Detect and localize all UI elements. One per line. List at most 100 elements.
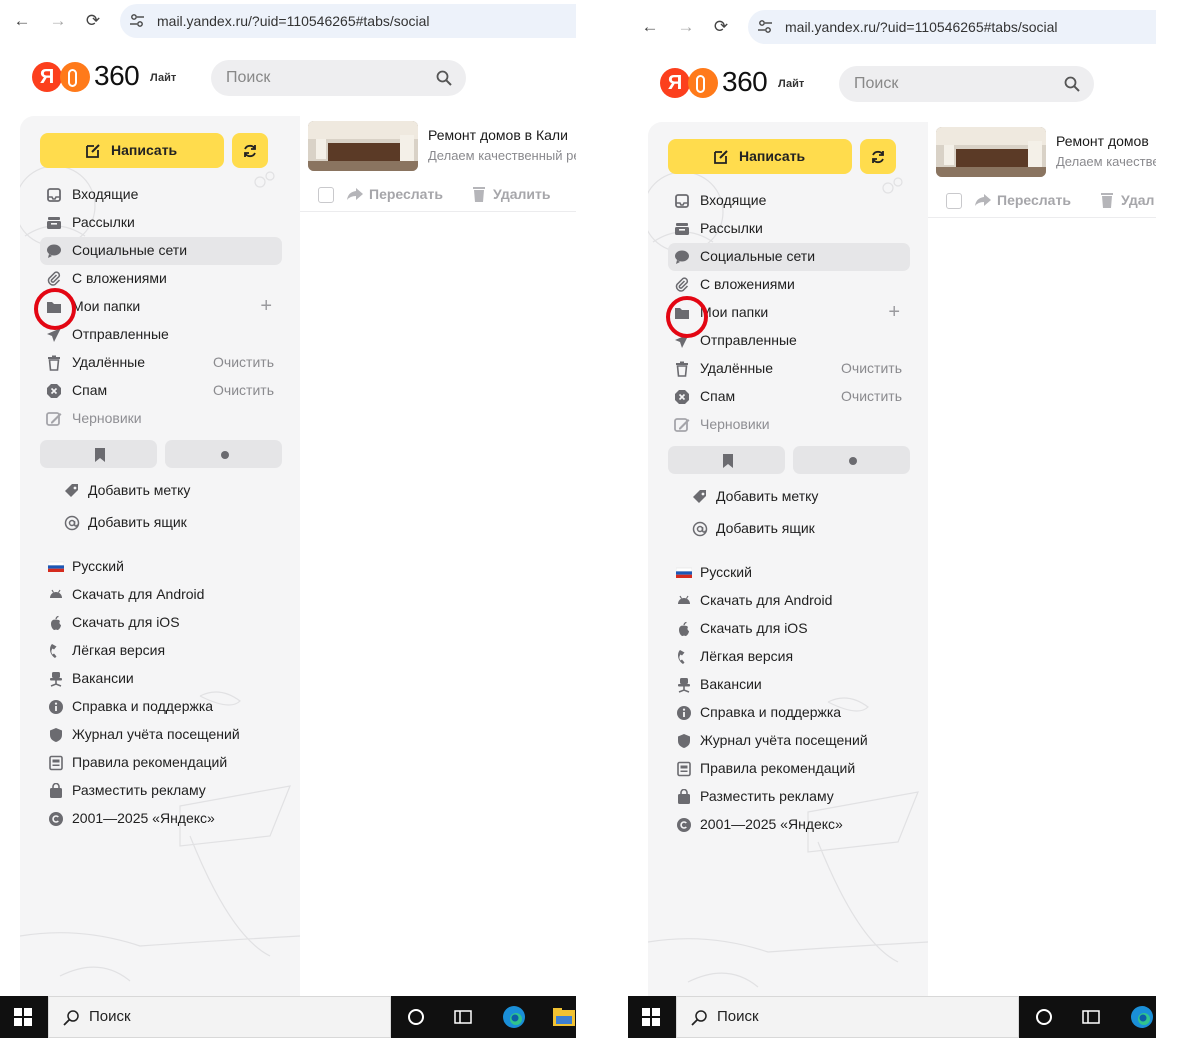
folder-label: Черновики xyxy=(700,416,770,432)
bookmark-icon xyxy=(723,454,733,468)
extra-label: Добавить метку xyxy=(88,482,191,498)
forward-button[interactable]: → xyxy=(673,14,699,40)
select-all-checkbox[interactable] xyxy=(946,193,962,209)
folder-item-7[interactable]: Спам Очистить xyxy=(40,377,282,405)
folder-item-8[interactable]: Черновики xyxy=(668,411,910,439)
windows-start-icon[interactable] xyxy=(14,1008,32,1026)
folder-item-3[interactable]: С вложениями xyxy=(40,265,282,293)
address-bar[interactable]: mail.yandex.ru/?uid=110546265#tabs/socia… xyxy=(748,10,1156,44)
trash-icon xyxy=(48,355,60,371)
site-settings-icon[interactable] xyxy=(129,13,145,29)
folder-item-5[interactable]: Отправленные xyxy=(668,327,910,355)
forward-button[interactable]: → xyxy=(45,8,71,34)
forward-action[interactable]: Переслать xyxy=(974,191,1071,209)
reload-button[interactable]: ⟳ xyxy=(708,14,734,40)
refresh-button[interactable] xyxy=(860,139,896,174)
bookmarks-filter-button[interactable] xyxy=(668,446,785,474)
site-settings-icon[interactable] xyxy=(757,19,773,35)
address-bar[interactable]: mail.yandex.ru/?uid=110546265#tabs/socia… xyxy=(120,4,576,38)
bag-icon xyxy=(50,783,62,798)
folder-item-2[interactable]: Социальные сети xyxy=(668,243,910,271)
footer-label: Разместить рекламу xyxy=(72,782,206,798)
windows-start-icon[interactable] xyxy=(642,1008,660,1026)
android-icon xyxy=(50,589,62,598)
clear-folder-button[interactable]: Очистить xyxy=(841,388,902,404)
select-all-checkbox[interactable] xyxy=(318,187,334,203)
delete-action[interactable]: Удал xyxy=(1098,191,1154,209)
folder-item-8[interactable]: Черновики xyxy=(40,405,282,433)
folder-item-6[interactable]: Удалённые Очистить xyxy=(40,349,282,377)
mail-search-input[interactable]: Поиск xyxy=(839,66,1094,102)
unread-filter-button[interactable] xyxy=(165,440,282,468)
folder-item-3[interactable]: С вложениями xyxy=(668,271,910,299)
mail-search-input[interactable]: Поиск xyxy=(211,60,466,96)
cortana-icon[interactable] xyxy=(1033,1006,1055,1028)
clear-folder-button[interactable]: Очистить xyxy=(213,382,274,398)
task-view-icon[interactable] xyxy=(452,1006,474,1028)
folder-label: С вложениями xyxy=(700,276,795,292)
edge-icon[interactable] xyxy=(1129,1004,1155,1030)
logo-360: 360 xyxy=(722,66,768,97)
browser-toolbar: ← → ⟳ mail.yandex.ru/?uid=110546265#tabs… xyxy=(628,6,1156,48)
footer-label: Правила рекомендаций xyxy=(700,760,856,776)
folder-label: Социальные сети xyxy=(700,248,816,264)
taskbar-search[interactable]: Поиск xyxy=(676,996,1019,1038)
reload-button[interactable]: ⟳ xyxy=(80,8,106,34)
apple-icon xyxy=(679,621,689,636)
folder-label: Удалённые xyxy=(72,354,146,370)
taskbar-search[interactable]: Поиск xyxy=(48,996,391,1038)
folder-item-1[interactable]: Рассылки xyxy=(40,209,282,237)
folder-item-0[interactable]: Входящие xyxy=(668,187,910,215)
footer-label: Скачать для Android xyxy=(72,586,205,602)
clear-folder-button[interactable]: Очистить xyxy=(841,360,902,376)
ad-banner[interactable]: Ремонт домов Делаем качестве xyxy=(936,127,1156,179)
bookmarks-filter-button[interactable] xyxy=(40,440,157,468)
folder-item-7[interactable]: Спам Очистить xyxy=(668,383,910,411)
file-explorer-icon[interactable] xyxy=(552,1006,576,1028)
refresh-button[interactable] xyxy=(232,133,268,168)
folder-item-4[interactable]: Мои папки + xyxy=(40,293,282,321)
search-icon[interactable] xyxy=(1064,76,1080,92)
forward-label: Переслать xyxy=(997,192,1071,208)
refresh-icon xyxy=(872,150,884,164)
refresh-icon xyxy=(244,144,256,158)
search-icon[interactable] xyxy=(436,70,452,86)
draft-icon xyxy=(46,412,62,426)
at-icon xyxy=(692,521,708,537)
footer-label: Скачать для iOS xyxy=(72,614,180,630)
add-folder-button[interactable]: + xyxy=(888,301,900,324)
folder-item-6[interactable]: Удалённые Очистить xyxy=(668,355,910,383)
back-button[interactable]: ← xyxy=(9,8,35,34)
folder-item-2[interactable]: Социальные сети xyxy=(40,237,282,265)
compose-button[interactable]: Написать xyxy=(40,133,224,168)
compose-icon xyxy=(86,144,100,158)
forward-icon xyxy=(975,194,991,206)
task-view-icon[interactable] xyxy=(1080,1006,1102,1028)
cortana-icon[interactable] xyxy=(405,1006,427,1028)
tag-icon xyxy=(65,484,78,497)
delete-action[interactable]: Удалить xyxy=(470,185,550,203)
apple-icon xyxy=(51,615,61,630)
add-folder-button[interactable]: + xyxy=(260,295,272,318)
unread-filter-button[interactable] xyxy=(793,446,910,474)
ad-text: Делаем качестве xyxy=(1056,154,1156,169)
sidebar: Написать Входящие Рассылки Социальные сети… xyxy=(648,122,928,1002)
windows-taskbar: Поиск xyxy=(628,996,1156,1038)
forward-action[interactable]: Переслать xyxy=(346,185,443,203)
copyright-icon xyxy=(49,812,63,826)
unread-dot-icon xyxy=(221,451,229,459)
clear-folder-button[interactable]: Очистить xyxy=(213,354,274,370)
folder-label: С вложениями xyxy=(72,270,167,286)
folder-item-0[interactable]: Входящие xyxy=(40,181,282,209)
tag-icon xyxy=(693,490,706,503)
back-button[interactable]: ← xyxy=(637,14,663,40)
compose-button[interactable]: Написать xyxy=(668,139,852,174)
folder-item-5[interactable]: Отправленные xyxy=(40,321,282,349)
mail-header: Я 360 Лайт Поиск xyxy=(628,48,1156,118)
bookmark-icon xyxy=(95,448,105,462)
folder-label: Входящие xyxy=(72,186,139,202)
search-placeholder: Поиск xyxy=(854,75,899,92)
ad-banner[interactable]: Ремонт домов в Кали Делаем качественный … xyxy=(308,121,576,173)
edge-icon[interactable] xyxy=(501,1004,527,1030)
folder-item-1[interactable]: Рассылки xyxy=(668,215,910,243)
